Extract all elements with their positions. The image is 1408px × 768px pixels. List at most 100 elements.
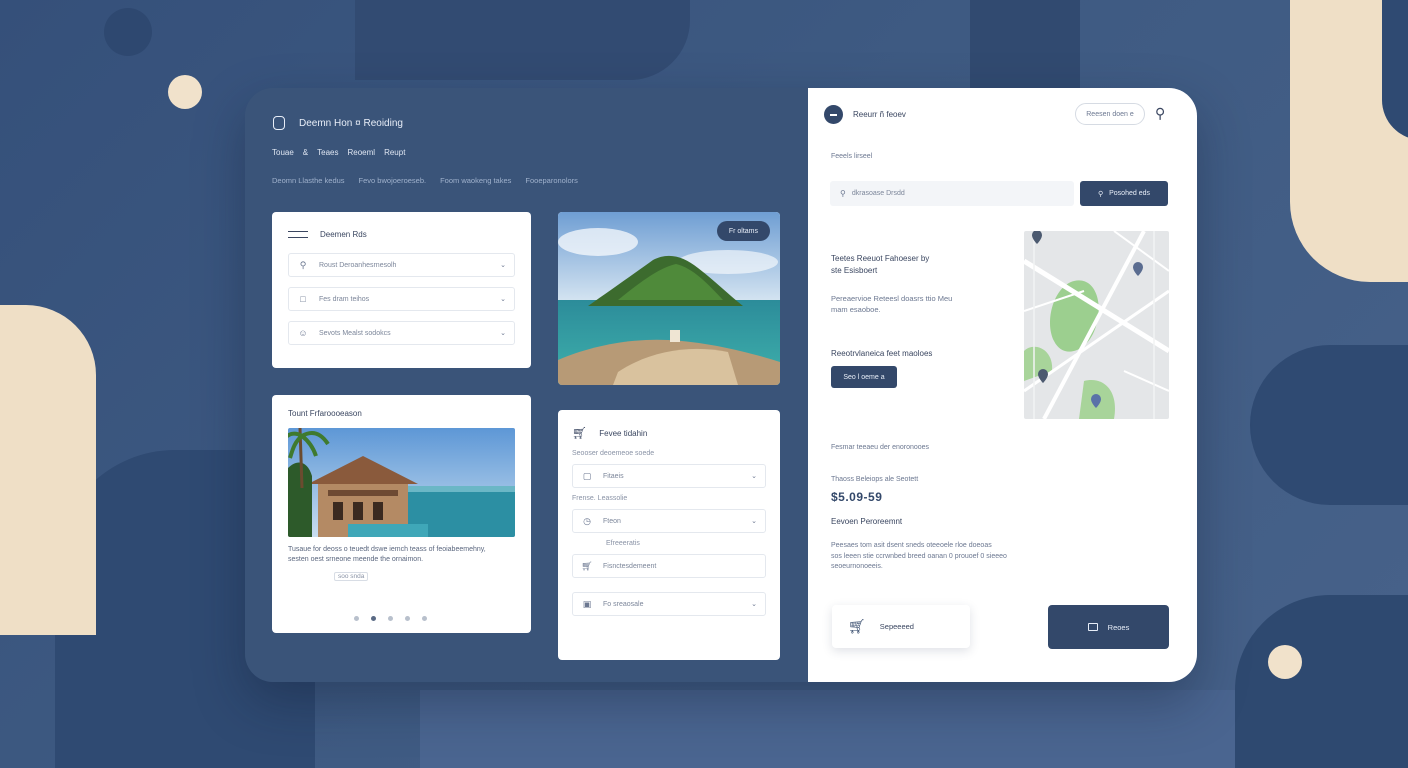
carousel-dot[interactable] xyxy=(405,616,410,621)
resort-photo[interactable] xyxy=(288,428,515,537)
resort-image xyxy=(288,428,515,537)
search-input[interactable]: ⚲ dkrasoase Drsdd xyxy=(830,181,1074,206)
chevron-down-icon: ⌄ xyxy=(500,330,506,337)
bg-shape xyxy=(1382,0,1408,140)
top-nav: Touae & Teaes Reoeml Reupt xyxy=(272,148,405,157)
field-value: Fitaeis xyxy=(603,472,624,480)
right-header: Reeurr ñ feoev xyxy=(824,105,906,124)
cart-select-1[interactable]: ▢ Fitaeis ⌄ xyxy=(572,464,766,488)
result-heading: Teetes Reeuot Fahoeser by ste Esisboert xyxy=(831,253,929,277)
carousel-dots xyxy=(354,616,427,621)
chevron-down-icon: ⌄ xyxy=(751,473,757,480)
bg-dot xyxy=(168,75,202,109)
carousel-dot[interactable] xyxy=(354,616,359,621)
checkout-button[interactable]: Reoes xyxy=(1048,605,1169,649)
calendar-icon: □ xyxy=(300,294,306,304)
bg-shape xyxy=(420,690,1300,768)
heading-line: Teetes Reeuot Fahoeser by xyxy=(831,254,930,263)
field-value: Fo sreaosale xyxy=(603,600,644,608)
field-value: Fes dram teihos xyxy=(319,295,370,303)
shopping-cart-icon: 🛒︎ xyxy=(848,618,866,634)
filter-pill[interactable]: Reesen doen e xyxy=(1075,103,1145,125)
guests-field[interactable]: ☺ Sevots Mealst sodokcs ⌄ xyxy=(288,321,515,345)
body-line: seoeurnonoeeis. xyxy=(831,563,883,570)
bg-shape xyxy=(1250,345,1408,505)
cart-select-4[interactable]: ▣ Fo sreaosale ⌄ xyxy=(572,592,766,616)
nav-item[interactable]: Touae xyxy=(272,148,294,157)
carousel-dot-active[interactable] xyxy=(371,616,376,621)
carousel-dot[interactable] xyxy=(422,616,427,621)
subnav-item[interactable]: Foom waokeng takes xyxy=(440,176,511,185)
section-label: Feeels lirseel xyxy=(831,153,873,160)
cart-button-label: Sepeeeed xyxy=(879,622,914,631)
body-line: Peesaes tom asit dsent sneds oteeoele rl… xyxy=(831,542,992,549)
search-icon: ⚲ xyxy=(299,259,307,270)
result-subheading: Reeotrvlaneica feet maoloes xyxy=(831,349,933,358)
cart-select-3[interactable]: 🛒︎ Fisnctesdemeent xyxy=(572,554,766,578)
carousel-dot[interactable] xyxy=(388,616,393,621)
photo-badge[interactable]: Fr oltams xyxy=(716,221,770,241)
chevron-down-icon: ⌄ xyxy=(751,601,757,608)
search-card: Deemen Rds ⚲ Roust Deroanhesrnesolh ⌄ □ … xyxy=(272,212,531,368)
feature-title: Tount Frfaroooeason xyxy=(288,409,362,418)
bg-dot xyxy=(104,8,152,56)
nav-item[interactable]: Reoeml xyxy=(348,148,376,157)
brand[interactable]: Deemn Hon ¤ Reoiding xyxy=(273,116,403,130)
result-body: Pereaervioe Reteesl doasrs ttio Meu mam … xyxy=(831,293,952,316)
cart-card-title: Fevee tidahin xyxy=(599,428,648,438)
map-graphic xyxy=(1024,231,1169,419)
card-icon xyxy=(1087,623,1098,631)
cart-label: Efreeeratis xyxy=(606,540,640,547)
body-line: Pereaervioe Reteesl doasrs ttio Meu xyxy=(831,294,953,303)
bg-shape xyxy=(355,0,690,80)
right-title: Reeurr ñ feoev xyxy=(853,110,906,119)
body-line: mam esaoboe. xyxy=(831,305,881,315)
shopping-cart-icon: 🛒︎ xyxy=(572,426,588,440)
date-field[interactable]: □ Fes dram teihos ⌄ xyxy=(288,287,515,311)
guests-icon: ☺ xyxy=(298,328,308,338)
nav-item[interactable]: & xyxy=(303,148,308,157)
feature-card: Tount Frfaroooeason Tusaue for deoss o t… xyxy=(272,395,531,633)
bg-dot xyxy=(1268,645,1302,679)
price-label: Thaoss Beleiops ale Seotett xyxy=(831,476,919,483)
cart-label: Frense. Leassolie xyxy=(572,495,628,502)
cart-label: Seooser deoemeoe soede xyxy=(572,450,655,457)
cart-icon: 🛒︎ xyxy=(581,560,593,571)
add-to-cart-button[interactable]: 🛒︎ Sepeeeed xyxy=(832,605,970,648)
nav-item[interactable]: Teaes xyxy=(317,148,338,157)
cart-select-2[interactable]: ◷ Fteon ⌄ xyxy=(572,509,766,533)
search-icon: ⚲ xyxy=(840,189,846,198)
search-button-label: Posohed eds xyxy=(1109,190,1150,197)
body-line: sos leeen stie ccrwnbed breed oanan 0 pr… xyxy=(831,552,1007,560)
feature-link[interactable]: soo snda xyxy=(334,572,369,582)
subnav-item[interactable]: Fooeparonolors xyxy=(525,176,578,185)
sub-nav: Deomn Llasthe kedus Fevo bwojoeroeseb. F… xyxy=(272,176,578,185)
chevron-down-icon: ⌄ xyxy=(751,518,757,525)
app-window: Deemn Hon ¤ Reoiding Touae & Teaes Reoem… xyxy=(245,88,1197,682)
search-icon: ⚲ xyxy=(1097,190,1104,198)
brand-title: Deemn Hon ¤ Reoiding xyxy=(299,117,403,129)
subnav-item[interactable]: Fevo bwojoeroeseb. xyxy=(359,176,427,185)
island-photo-card[interactable]: Fr oltams xyxy=(558,212,780,385)
details-body: Peesaes tom asit dsent sneds oteeoele rl… xyxy=(831,541,1007,573)
search-input-value: dkrasoase Drsdd xyxy=(851,190,905,197)
search-button[interactable]: ⚲ Posohed eds xyxy=(1080,181,1168,206)
nav-item[interactable]: Reupt xyxy=(384,148,405,157)
box-icon: ▣ xyxy=(582,598,592,609)
chevron-down-icon: ⌄ xyxy=(500,262,506,269)
map[interactable] xyxy=(1024,231,1169,419)
logo-icon[interactable] xyxy=(824,105,843,124)
bag-icon: ▢ xyxy=(582,470,592,481)
field-value: Fisnctesdemeent xyxy=(603,562,657,570)
clock-icon: ◷ xyxy=(583,515,591,526)
price-value: $5.09-59 xyxy=(831,490,883,504)
details-heading: Eevoen Peroreemnt xyxy=(831,517,903,526)
subnav-item[interactable]: Deomn Llasthe kedus xyxy=(272,176,345,185)
heading-line: ste Esisboert xyxy=(831,266,878,275)
field-value: Fteon xyxy=(603,517,621,525)
bg-cream-shape xyxy=(0,305,96,635)
chevron-down-icon: ⌄ xyxy=(500,296,506,303)
destination-field[interactable]: ⚲ Roust Deroanhesrnesolh ⌄ xyxy=(288,253,515,277)
view-button[interactable]: Seo l oeme a xyxy=(831,366,897,388)
search-icon[interactable]: ⚲ xyxy=(1155,105,1165,122)
